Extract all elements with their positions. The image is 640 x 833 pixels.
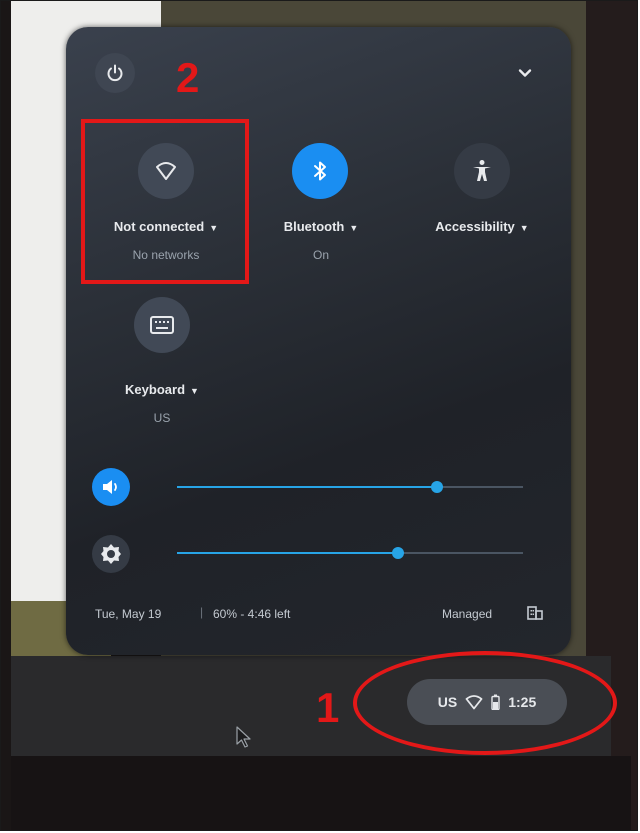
- annotation-number-one: 1: [316, 684, 340, 731]
- accessibility-toggle[interactable]: [454, 143, 510, 199]
- footer-divider: |: [200, 605, 204, 619]
- annotation-ellipse-status: [353, 651, 617, 755]
- caret-down-icon: ▼: [349, 223, 359, 233]
- bluetooth-tile-label[interactable]: Bluetooth ▼: [259, 219, 383, 234]
- bluetooth-sublabel: On: [312, 248, 329, 262]
- collapse-button[interactable]: [509, 57, 541, 89]
- managed-label[interactable]: Managed: [442, 607, 492, 621]
- caret-down-icon: ▼: [519, 223, 529, 233]
- power-icon: [107, 64, 123, 82]
- annotation-box-network: [81, 119, 249, 284]
- volume-icon: [103, 480, 117, 494]
- photo-frame: Not connected ▼ No networks Bluetooth ▼ On…: [0, 0, 638, 831]
- enterprise-icon[interactable]: [527, 605, 543, 621]
- bluetooth-label-text: Bluetooth: [283, 219, 345, 234]
- bluetooth-icon: [314, 161, 326, 181]
- mouse-cursor-icon: [236, 726, 251, 748]
- power-button[interactable]: [95, 53, 135, 93]
- keyboard-label-text: Keyboard: [125, 382, 186, 397]
- bluetooth-toggle[interactable]: [292, 143, 348, 199]
- caret-down-icon: ▼: [190, 386, 199, 396]
- chevron-down-icon: [518, 69, 532, 77]
- volume-fill: [177, 486, 437, 488]
- volume-slider[interactable]: [177, 481, 523, 493]
- volume-thumb[interactable]: [430, 481, 443, 493]
- accessibility-tile-label[interactable]: Accessibility ▼: [419, 219, 545, 234]
- keyboard-toggle[interactable]: [134, 297, 190, 353]
- monitor-bezel: [11, 756, 631, 830]
- brightness-slider[interactable]: [177, 547, 523, 559]
- brightness-icon: [101, 544, 121, 564]
- accessibility-label-text: Accessibility: [435, 219, 515, 234]
- annotation-number-two: 2: [176, 54, 200, 101]
- keyboard-sublabel: US: [153, 411, 171, 425]
- brightness-button[interactable]: [92, 535, 130, 573]
- mute-button[interactable]: [92, 468, 130, 506]
- date-label[interactable]: Tue, May 19: [95, 607, 161, 621]
- keyboard-tile-label[interactable]: Keyboard ▼: [97, 382, 227, 397]
- keyboard-icon: [150, 316, 174, 334]
- accessibility-icon: [473, 160, 491, 181]
- brightness-fill: [177, 552, 399, 554]
- battery-label: 60% - 4:46 left: [213, 607, 291, 621]
